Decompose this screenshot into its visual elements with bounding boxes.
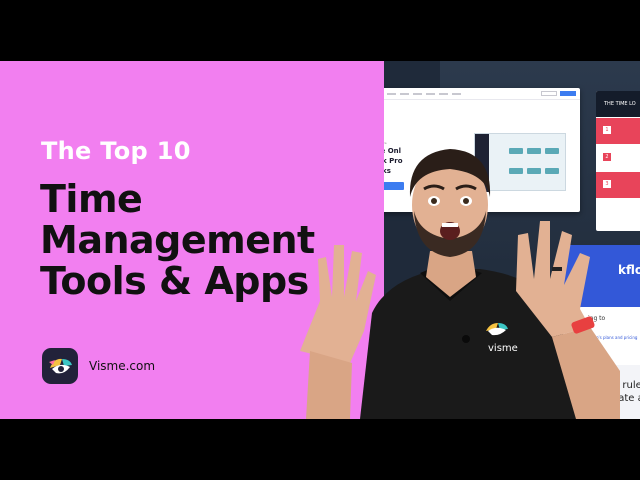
- website-nav-buttons: [541, 91, 576, 96]
- video-frame: visme Infographics Free Onl Look Pro Cli…: [0, 61, 640, 419]
- website-nav-links: [386, 92, 461, 95]
- brand-lockup: Visme.com: [42, 348, 155, 384]
- letterbox-top: [0, 0, 640, 61]
- shirt-logo-text: visme: [488, 343, 518, 354]
- letterbox-bottom: [0, 419, 640, 480]
- brand-name: Visme.com: [89, 359, 156, 373]
- website-navbar: visme: [358, 88, 580, 100]
- title-eyebrow: The Top 10: [41, 137, 191, 165]
- visme-logo-icon: [42, 348, 78, 384]
- presenter-photo: visme: [300, 149, 620, 419]
